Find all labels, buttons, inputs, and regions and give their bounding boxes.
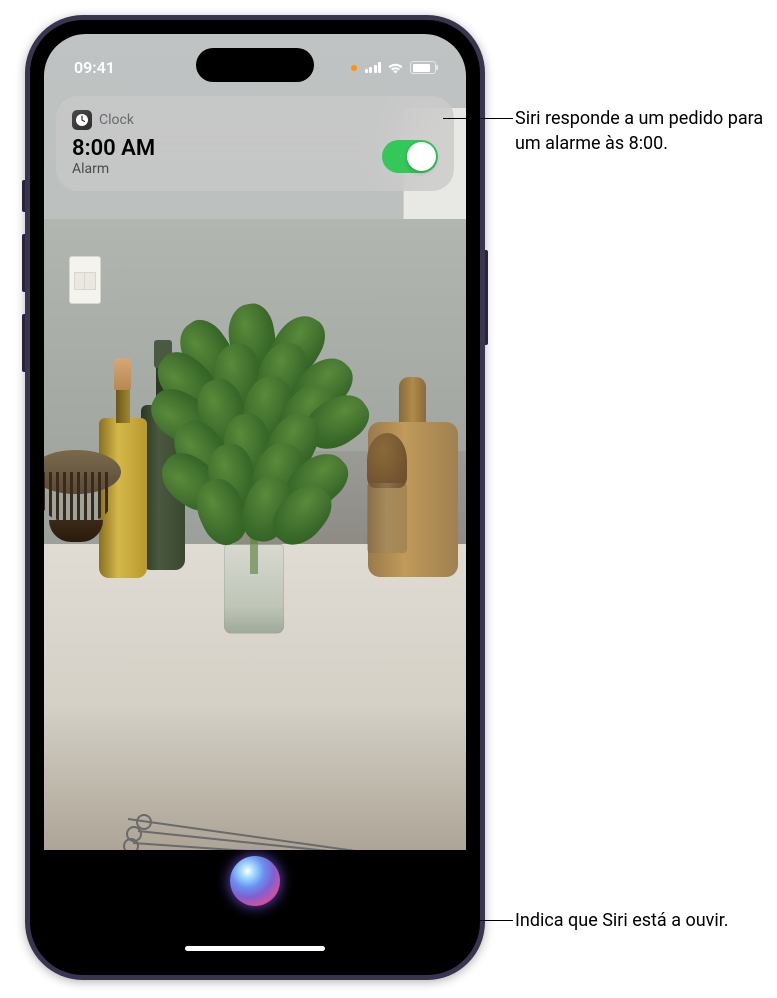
clock-app-icon	[72, 110, 92, 130]
status-time: 09:41	[74, 58, 115, 77]
clock-alarm-notification[interactable]: Clock 8:00 AM Alarm	[56, 96, 454, 191]
callout-siri-listening: Indica que Siri está a ouvir.	[515, 908, 735, 933]
alarm-label: Alarm	[72, 161, 155, 177]
battery-icon	[410, 61, 436, 74]
phone-screen: 09:41	[44, 34, 466, 961]
phone-power-button	[485, 250, 488, 345]
dynamic-island	[196, 48, 314, 82]
alarm-time: 8:00 AM	[72, 136, 155, 161]
siri-listening-icon	[230, 856, 280, 906]
wifi-icon	[387, 62, 404, 74]
callout-leader-line	[270, 920, 513, 921]
home-indicator[interactable]	[185, 946, 325, 951]
recording-indicator-icon	[351, 65, 357, 71]
cellular-signal-icon	[365, 62, 382, 73]
notification-app-name: Clock	[99, 112, 134, 128]
siri-orb[interactable]	[230, 856, 280, 906]
callout-leader-line	[443, 118, 513, 119]
alarm-toggle[interactable]	[382, 140, 438, 173]
callout-alarm-response: Siri responde a um pedido para um alarme…	[515, 106, 765, 156]
phone-side-buttons-left	[22, 180, 25, 394]
phone-frame: 09:41	[25, 15, 485, 980]
